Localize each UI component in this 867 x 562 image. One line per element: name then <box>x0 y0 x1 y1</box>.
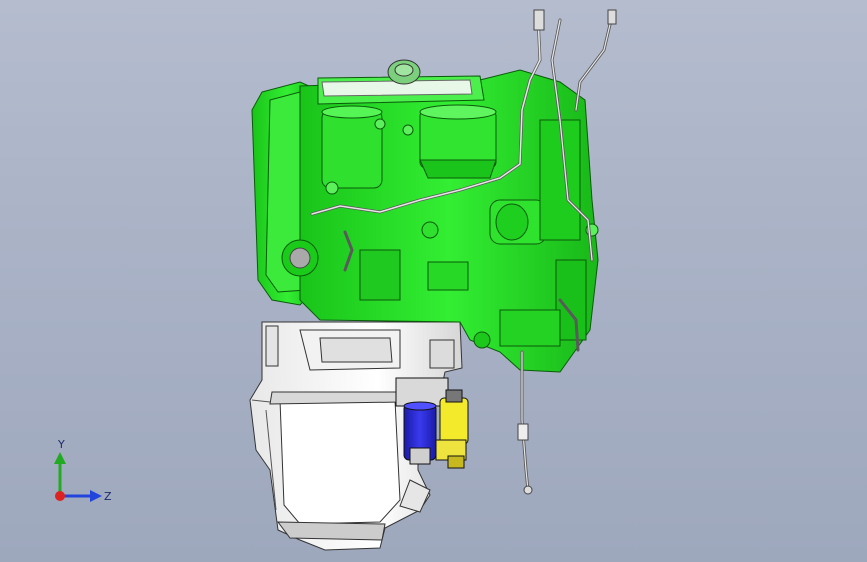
pipe-end-right <box>607 9 617 25</box>
starter-solenoid[interactable] <box>435 389 469 469</box>
pipe-end-top <box>533 9 545 31</box>
cable-end-fitting <box>523 485 533 495</box>
y-axis-label: Y <box>57 438 65 451</box>
engine-model[interactable] <box>0 0 867 562</box>
orientation-triad: Y Z <box>54 438 112 503</box>
graphics-viewport[interactable]: Y Z <box>0 0 867 562</box>
z-axis-label: Z <box>104 490 112 503</box>
cable-clip <box>517 423 529 441</box>
x-axis-dot <box>55 491 65 501</box>
